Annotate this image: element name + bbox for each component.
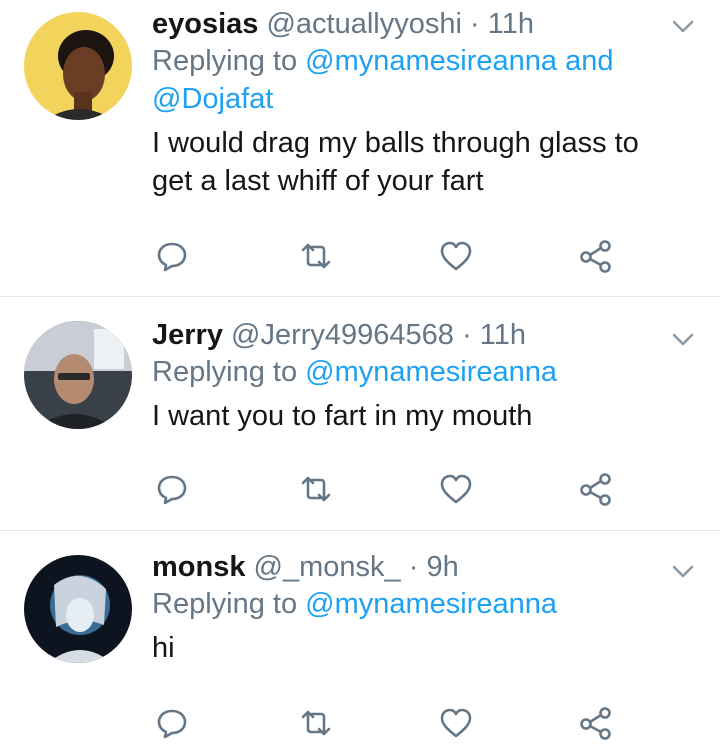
replying-to: Replying to @mynamesireanna [152, 353, 672, 391]
separator-dot: · [462, 319, 472, 351]
tweet[interactable]: eyosias @actuallyyoshi · 11h Replying to… [0, 0, 720, 297]
tweet-actions [152, 471, 622, 507]
share-icon [580, 707, 611, 740]
tweet-header: Jerry @Jerry49964568 · 11h [152, 317, 672, 353]
share-button[interactable] [578, 238, 614, 274]
tweet-text: hi [152, 632, 175, 664]
user-name[interactable]: monsk [152, 551, 245, 583]
like-button[interactable] [438, 471, 474, 507]
like-icon [440, 241, 472, 271]
share-button[interactable] [578, 471, 614, 507]
mention-link[interactable]: @Dojafat [152, 83, 273, 115]
avatar[interactable] [24, 12, 132, 120]
mention-link[interactable]: @mynamesireanna [305, 588, 557, 620]
tweet-text: I would drag my balls through glass to g… [152, 127, 639, 197]
share-icon [580, 473, 611, 506]
reply-button[interactable] [154, 705, 190, 741]
tweet-header: monsk @_monsk_ · 9h [152, 549, 672, 585]
chevron-down-icon[interactable] [672, 333, 694, 347]
replying-label: Replying to [152, 588, 298, 620]
user-handle[interactable]: @Jerry49964568 [231, 319, 454, 351]
tweet-actions [152, 705, 622, 741]
timestamp[interactable]: 9h [426, 551, 458, 583]
user-name[interactable]: eyosias [152, 8, 258, 40]
share-icon [580, 240, 611, 273]
reply-icon [157, 709, 187, 739]
retweet-button[interactable] [298, 705, 334, 741]
retweet-icon [301, 476, 331, 502]
like-icon [440, 708, 472, 738]
tweet-actions [152, 238, 622, 274]
reply-button[interactable] [154, 471, 190, 507]
like-icon [440, 474, 472, 504]
replying-label: Replying to [152, 356, 298, 388]
reply-icon [157, 475, 187, 505]
mention-link[interactable]: @mynamesireanna [305, 356, 557, 388]
reply-button[interactable] [154, 238, 190, 274]
avatar[interactable] [24, 555, 132, 663]
tweet[interactable]: monsk @_monsk_ · 9h Replying to @mynames… [0, 531, 720, 748]
share-button[interactable] [578, 705, 614, 741]
mention-join: and [565, 45, 614, 77]
replying-to: Replying to @mynamesireanna [152, 585, 672, 623]
chevron-down-icon[interactable] [672, 565, 694, 579]
retweet-button[interactable] [298, 238, 334, 274]
tweet-text: I want you to fart in my mouth [152, 400, 533, 432]
tweet[interactable]: Jerry @Jerry49964568 · 11h Replying to @… [0, 297, 720, 531]
tweet-header: eyosias @actuallyyoshi · 11h [152, 6, 672, 42]
reply-icon [157, 242, 187, 272]
replying-to: Replying to @mynamesireanna and @Dojafat [152, 42, 672, 118]
retweet-icon [301, 710, 331, 736]
mention-link[interactable]: @mynamesireanna [305, 45, 557, 77]
retweet-button[interactable] [298, 471, 334, 507]
separator-dot: · [408, 551, 419, 583]
user-handle[interactable]: @actuallyyoshi [266, 8, 461, 40]
chevron-down-icon[interactable] [672, 20, 694, 34]
user-name[interactable]: Jerry [152, 319, 223, 351]
replying-label: Replying to [152, 45, 298, 77]
separator-dot: · [470, 8, 480, 40]
like-button[interactable] [438, 705, 474, 741]
timestamp[interactable]: 11h [480, 319, 526, 351]
timestamp[interactable]: 11h [488, 8, 534, 40]
avatar[interactable] [24, 321, 132, 429]
like-button[interactable] [438, 238, 474, 274]
user-handle[interactable]: @_monsk_ [254, 551, 401, 583]
retweet-icon [301, 243, 331, 269]
